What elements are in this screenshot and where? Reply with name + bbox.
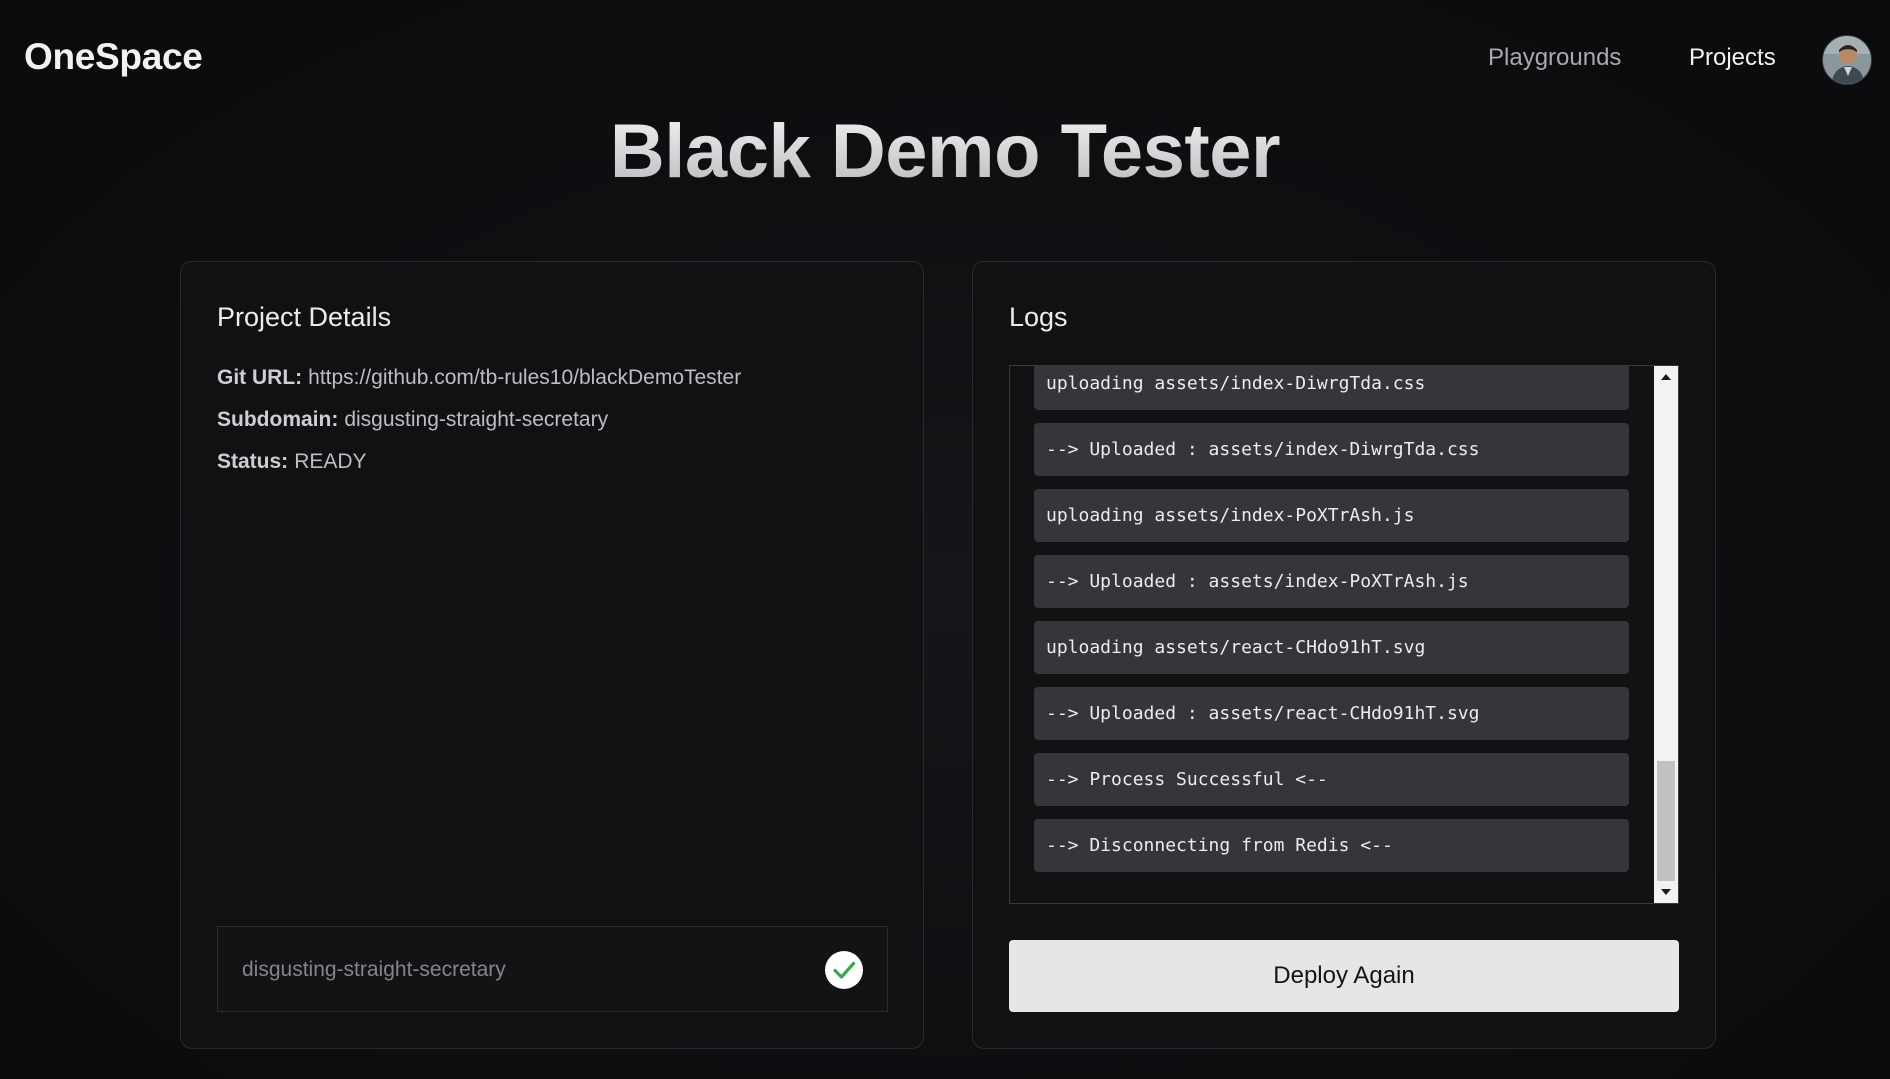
log-entry: uploading assets/react-CHdo91hT.svg [1034,621,1629,674]
nav-link-playgrounds[interactable]: Playgrounds [1488,44,1621,72]
brand-logo[interactable]: OneSpace [24,36,203,78]
git-url-value[interactable]: https://github.com/tb-rules10/blackDemoT… [308,366,741,389]
domain-link-box[interactable]: disgusting-straight-secretary [217,926,888,1012]
log-entry: uploading assets/index-PoXTrAsh.js [1034,489,1629,542]
avatar-image [1823,36,1871,84]
scroll-down-arrow-icon[interactable] [1654,881,1678,903]
logs-scrollbar[interactable] [1654,366,1678,903]
subdomain-label: Subdomain: [217,408,339,431]
scrollbar-thumb[interactable] [1657,761,1675,881]
subdomain-value: disgusting-straight-secretary [344,408,609,431]
subdomain-row: Subdomain: disgusting-straight-secretary [217,408,608,432]
logs-scroll-area[interactable]: uploading assets/index-DiwrgTda.css --> … [1009,365,1679,904]
status-row: Status: READY [217,450,367,474]
top-navbar: OneSpace Playgrounds Projects [0,0,1890,120]
status-label: Status: [217,450,289,473]
logs-heading: Logs [1009,302,1068,332]
deploy-again-button[interactable]: Deploy Again [1009,940,1679,1012]
logs-card: Logs uploading assets/index-DiwrgTda.css… [972,261,1716,1049]
log-entry: --> Process Successful <-- [1034,753,1629,806]
status-value: READY [294,450,367,473]
log-entry: --> Uploaded : assets/index-DiwrgTda.css [1034,423,1629,476]
log-entry: --> Uploaded : assets/index-PoXTrAsh.js [1034,555,1629,608]
log-entry: --> Disconnecting from Redis <-- [1034,819,1629,872]
domain-text[interactable]: disgusting-straight-secretary [242,958,506,982]
user-avatar[interactable] [1822,35,1872,85]
log-entry: uploading assets/index-DiwrgTda.css [1034,366,1629,410]
app-page: OneSpace Playgrounds Projects Black Demo… [0,0,1890,1079]
git-url-label: Git URL: [217,366,303,389]
log-entry: --> Uploaded : assets/react-CHdo91hT.svg [1034,687,1629,740]
check-circle-icon [825,951,863,989]
page-title: Black Demo Tester [0,108,1890,195]
project-details-card: Project Details Git URL: https://github.c… [180,261,924,1049]
nav-link-projects[interactable]: Projects [1689,44,1776,72]
log-list: uploading assets/index-DiwrgTda.css --> … [1034,366,1629,885]
project-details-heading: Project Details [217,302,392,332]
git-url-row: Git URL: https://github.com/tb-rules10/bl… [217,366,741,390]
scroll-up-arrow-icon[interactable] [1654,366,1678,388]
